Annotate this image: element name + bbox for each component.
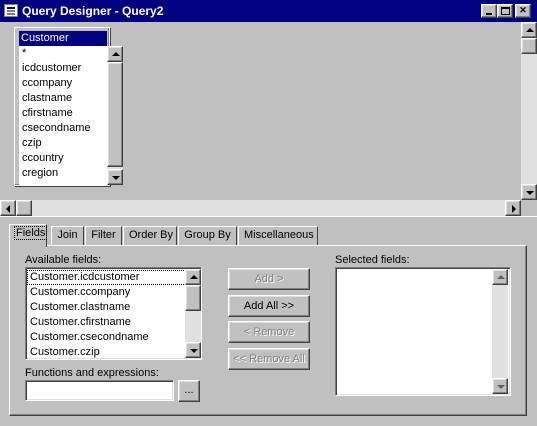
scroll-thumb[interactable] <box>185 285 201 311</box>
minimize-icon <box>486 13 492 15</box>
list-item[interactable]: Customer.czip <box>27 345 186 359</box>
selected-fields-list[interactable] <box>335 267 511 396</box>
diagram-horizontal-scrollbar[interactable] <box>0 200 521 216</box>
selected-fields-label: Selected fields: <box>335 254 410 266</box>
arrow-right-icon <box>512 205 516 213</box>
list-item[interactable]: Customer.clastname <box>27 300 186 315</box>
table-box-customer[interactable]: Customer * icdcustomer ccompany clastnam… <box>14 27 123 186</box>
diagram-vertical-scrollbar[interactable] <box>521 22 537 200</box>
scroll-left-button[interactable] <box>0 200 16 216</box>
list-item[interactable]: Customer.cfirstname <box>27 315 186 330</box>
scroll-thumb[interactable] <box>521 38 537 54</box>
functions-label: Functions and expressions: <box>25 367 159 379</box>
scroll-thumb[interactable] <box>107 62 123 167</box>
tab-label: Order By <box>129 229 174 241</box>
close-icon: ✕ <box>519 5 527 15</box>
table-field[interactable]: czip <box>19 136 107 151</box>
maximize-icon <box>501 7 510 15</box>
scroll-down-button[interactable] <box>521 184 537 200</box>
scroll-thumb[interactable] <box>16 200 32 216</box>
scrollbar-corner <box>521 200 537 216</box>
tab-order-by[interactable]: Order By <box>123 226 177 246</box>
available-fields-list[interactable]: Customer.icdcustomer Customer.ccompany C… <box>25 267 202 360</box>
tab-label: Join <box>57 229 78 241</box>
available-fields-scrollbar[interactable] <box>185 269 201 358</box>
table-field[interactable]: csecondname <box>19 121 107 136</box>
query-designer-icon[interactable] <box>4 4 18 17</box>
title-bar: Query Designer - Query2 ✕ <box>0 0 537 22</box>
remove-button[interactable]: < Remove <box>228 321 310 343</box>
functions-input[interactable] <box>25 380 174 401</box>
table-field[interactable]: cregion <box>19 166 107 181</box>
list-item[interactable]: Customer.csecondname <box>27 330 186 345</box>
scroll-down-button[interactable] <box>492 378 508 394</box>
arrow-up-icon <box>526 28 534 32</box>
tab-group-by[interactable]: Group By <box>178 226 237 246</box>
table-field[interactable]: icdcustomer <box>19 61 107 76</box>
arrow-down-icon <box>526 191 534 195</box>
scroll-up-button[interactable] <box>521 22 537 38</box>
add-button[interactable]: Add > <box>228 268 310 290</box>
list-item[interactable]: Customer.icdcustomer <box>27 270 186 285</box>
available-fields-label: Available fields: <box>25 254 102 266</box>
table-box-scrollbar[interactable] <box>107 46 123 185</box>
list-item[interactable]: Customer.ccompany <box>27 285 186 300</box>
remove-all-button[interactable]: << Remove All <box>228 348 310 370</box>
tab-miscellaneous[interactable]: Miscellaneous <box>238 226 318 246</box>
table-field-list[interactable]: * icdcustomer ccompany clastname cfirstn… <box>19 46 107 185</box>
window-title: Query Designer - Query2 <box>22 4 164 18</box>
minimize-button[interactable] <box>481 4 497 18</box>
arrow-down-icon <box>497 385 505 389</box>
tab-label: Fields <box>13 226 48 240</box>
table-field[interactable]: clastname <box>19 91 107 106</box>
tab-label: Group By <box>184 229 231 241</box>
table-field[interactable]: cfirstname <box>19 106 107 121</box>
arrow-up-icon <box>497 275 505 279</box>
table-field[interactable]: ccompany <box>19 76 107 91</box>
tab-join[interactable]: Join <box>51 226 84 246</box>
scroll-up-button[interactable] <box>107 46 123 62</box>
add-all-button[interactable]: Add All >> <box>228 295 310 317</box>
arrow-down-icon <box>190 349 198 353</box>
scroll-down-button[interactable] <box>107 169 123 185</box>
table-field[interactable]: ccountry <box>19 151 107 166</box>
arrow-down-icon <box>112 176 120 180</box>
scroll-up-button[interactable] <box>185 269 201 285</box>
selected-fields-scrollbar[interactable] <box>492 269 508 394</box>
expression-builder-button[interactable]: ... <box>178 380 200 402</box>
tab-label: Miscellaneous <box>244 229 314 241</box>
table-field[interactable]: * <box>19 46 107 61</box>
arrow-up-icon <box>190 275 198 279</box>
tab-fields[interactable]: Fields <box>9 224 48 247</box>
scroll-right-button[interactable] <box>505 200 521 216</box>
close-button[interactable]: ✕ <box>515 4 531 18</box>
arrow-left-icon <box>6 205 10 213</box>
pane-splitter[interactable] <box>0 216 537 220</box>
maximize-button[interactable] <box>497 4 513 18</box>
tab-label: Filter <box>91 229 116 241</box>
scroll-down-button[interactable] <box>185 342 201 358</box>
tab-filter[interactable]: Filter <box>85 226 122 246</box>
scroll-up-button[interactable] <box>492 269 508 285</box>
table-box-title[interactable]: Customer <box>19 31 107 46</box>
arrow-up-icon <box>112 52 120 56</box>
